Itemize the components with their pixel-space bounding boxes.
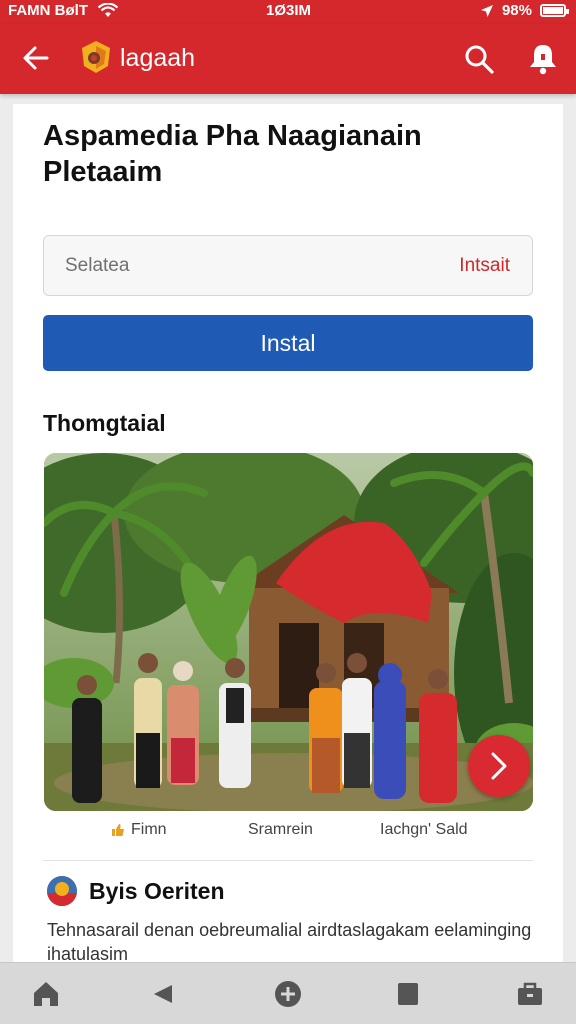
post-header: Byis Oeriten (47, 876, 225, 906)
app-bar: lagaah (0, 24, 576, 94)
divider (43, 860, 533, 861)
wifi-icon (98, 2, 118, 17)
search-field[interactable]: Selatea Intsait (43, 235, 533, 296)
post-author[interactable]: Byis Oeriten (89, 878, 225, 905)
caption-item-3[interactable]: Iachgn' Sald (380, 821, 468, 839)
avatar[interactable] (47, 876, 77, 906)
search-icon[interactable] (462, 42, 496, 76)
bell-icon[interactable] (526, 42, 560, 76)
post-body: Tehnasarail denan oebreumalial airdtasla… (47, 920, 532, 964)
caption-item-1-label: Fimn (131, 821, 167, 838)
caption-item-2[interactable]: Sramrein (248, 821, 313, 839)
square-icon[interactable] (393, 979, 423, 1009)
location-icon (480, 4, 493, 17)
chevron-right-icon (491, 752, 507, 780)
caption-item-1[interactable]: Fimn (111, 821, 167, 839)
briefcase-icon[interactable] (515, 979, 545, 1009)
install-button[interactable]: Instal (43, 315, 533, 371)
section-heading: Thomgtaial (43, 410, 166, 436)
battery-icon (540, 4, 569, 17)
app-title: lagaah (120, 44, 196, 72)
app-logo-icon (82, 41, 110, 73)
home-icon[interactable] (31, 979, 61, 1009)
back-icon[interactable] (148, 979, 178, 1009)
community-photo[interactable] (44, 453, 533, 811)
content-card: Aspamedia Pha Naagianain Pletaaim Selate… (13, 104, 563, 974)
thumb-up-icon (112, 824, 124, 836)
carrier-label: FAMN BølT (8, 2, 88, 19)
battery-percent: 98% (501, 2, 532, 19)
status-bar: FAMN BølT 1Ø3IM 98% (0, 0, 576, 24)
search-placeholder: Selatea (65, 255, 130, 276)
add-icon[interactable] (273, 979, 303, 1009)
photo-caption-row: Fimn Sramrein Iachgn' Sald (13, 821, 563, 847)
clock: 1Ø3IM (266, 2, 312, 19)
back-arrow-icon[interactable] (20, 42, 52, 74)
install-link[interactable]: Intsait (459, 255, 510, 277)
page-title: Aspamedia Pha Naagianain Pletaaim (43, 120, 422, 188)
avatar-image (47, 876, 77, 906)
bottom-nav (0, 962, 576, 1024)
photo-illustration (44, 453, 533, 811)
next-button[interactable] (468, 735, 530, 797)
